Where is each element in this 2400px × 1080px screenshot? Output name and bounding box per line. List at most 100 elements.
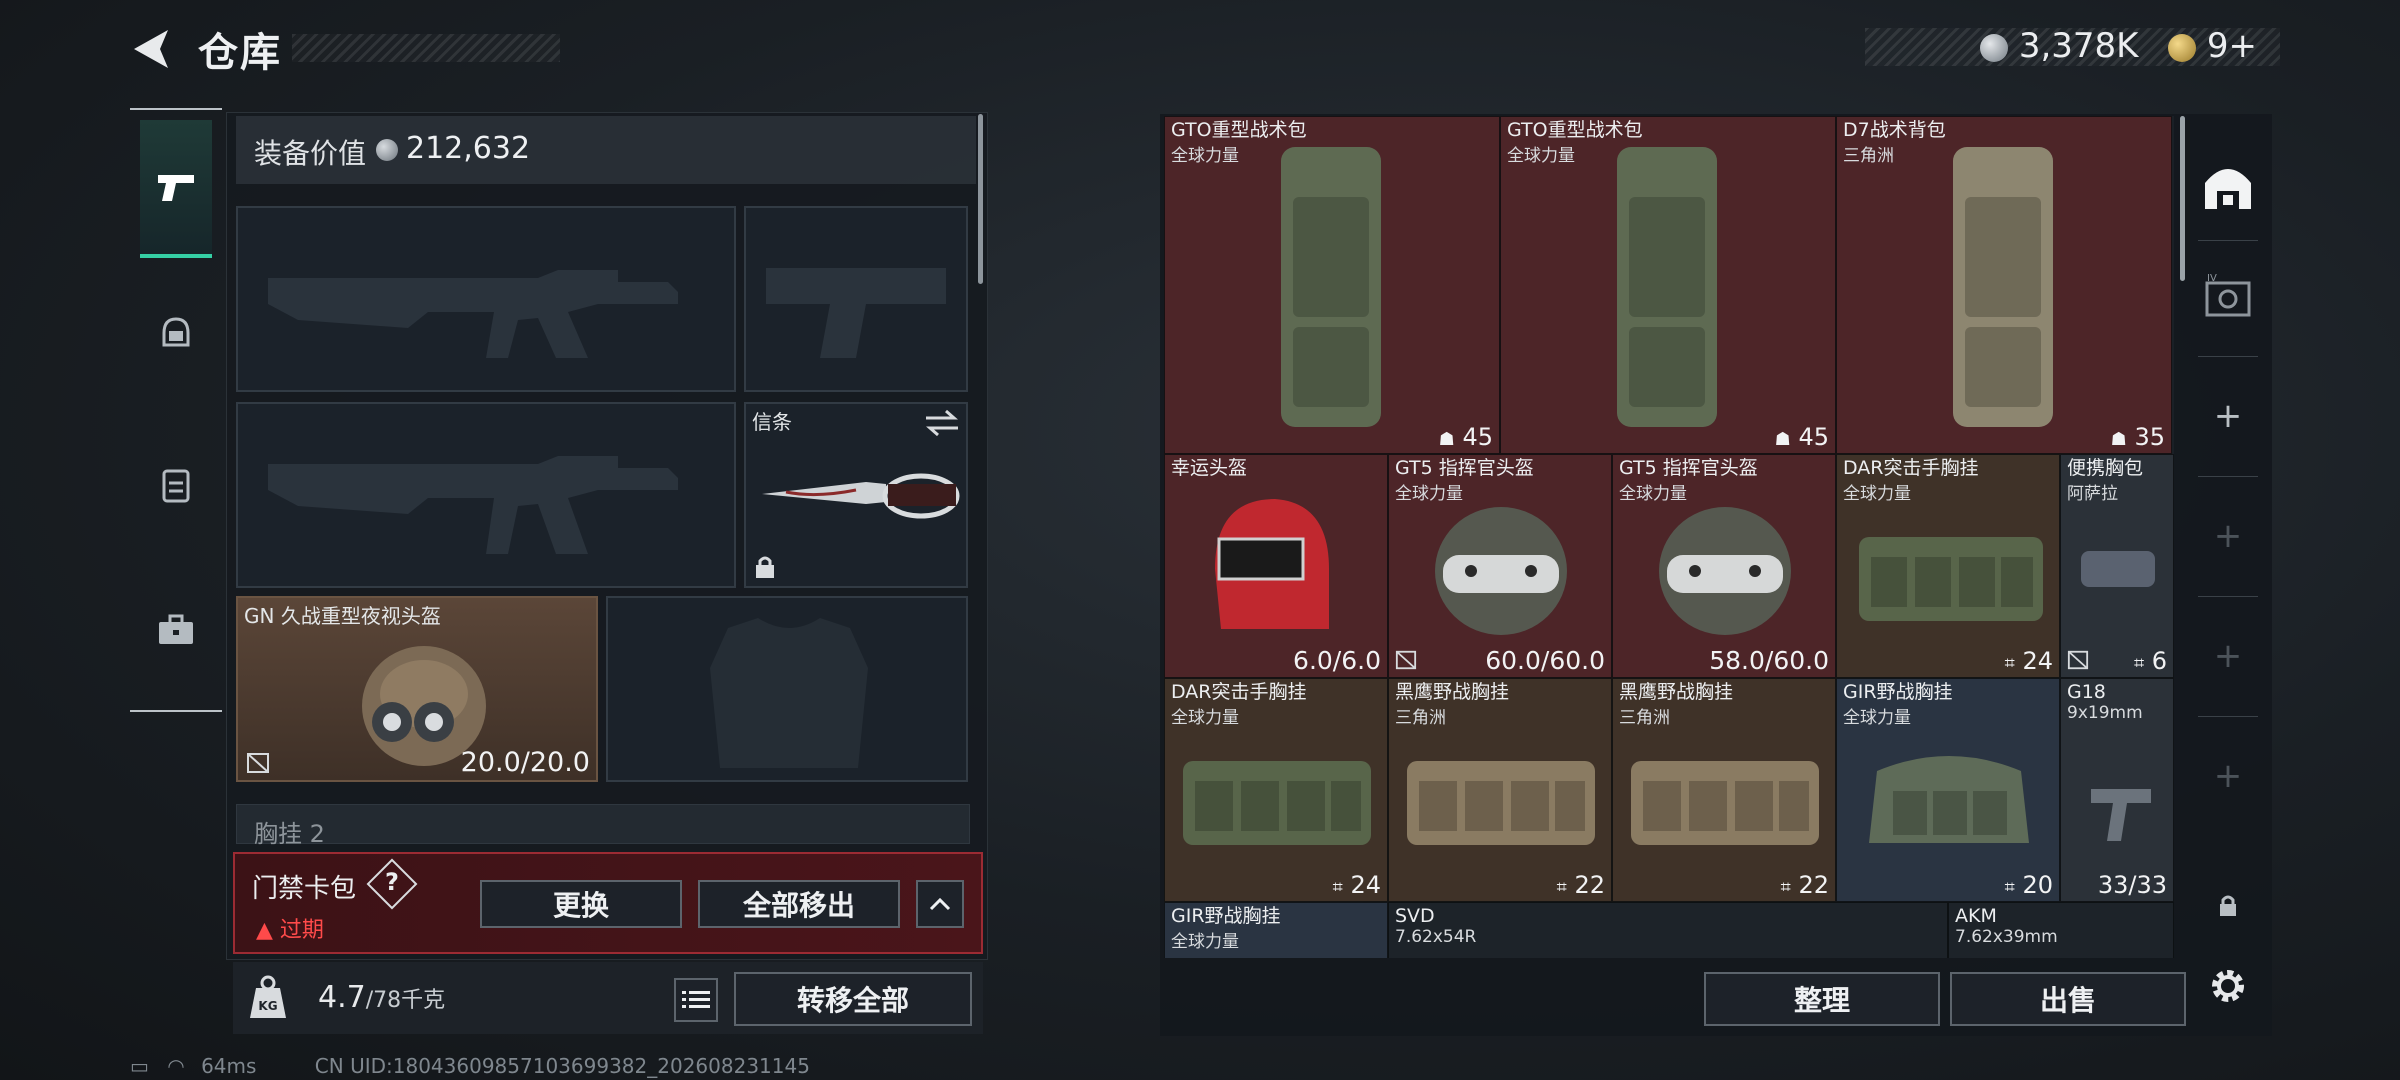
swap-icon[interactable] — [922, 408, 962, 438]
item-ammo: 33/33 — [2097, 871, 2167, 899]
item-name: 黑鹰野战胸挂 — [1395, 681, 1510, 703]
coin-icon — [376, 139, 398, 161]
chest-rig-icon — [1407, 761, 1595, 845]
storage-item[interactable]: GTO重型战术包 全球力量 ☗ 45 — [1164, 116, 1500, 454]
item-faction: 三角洲 — [1843, 146, 1894, 166]
item-faction: 三角洲 — [1395, 708, 1446, 728]
add-storage-button[interactable]: + — [2188, 496, 2268, 576]
capacity-icon: ⌗ — [1556, 877, 1567, 898]
storage-scrollbar[interactable] — [2180, 116, 2185, 281]
storage-item[interactable]: DAR突击手胸挂 全球力量 ⌗ 24 — [1164, 678, 1388, 902]
storage-home-button[interactable] — [2188, 146, 2268, 226]
melee-slot[interactable]: 信条 — [744, 402, 968, 588]
helmet-slot[interactable]: GN 久战重型夜视头盔 20.0/20.0 — [236, 596, 598, 782]
collapse-button[interactable] — [916, 880, 964, 928]
chest-rig-slot[interactable] — [236, 804, 970, 844]
capacity-icon: ☗ — [1438, 429, 1455, 450]
item-capacity: ⌗ 20 — [2004, 871, 2053, 899]
storage-item[interactable]: GT5 指挥官头盔 全球力量 60.0/60.0 — [1388, 454, 1612, 678]
item-name: GT5 指挥官头盔 — [1395, 457, 1534, 479]
primary-weapon-slot-2[interactable] — [236, 402, 736, 588]
currency-premium-value: 9+ — [2206, 26, 2257, 66]
remove-all-button[interactable]: 全部移出 — [698, 880, 900, 928]
capacity-icon: ☗ — [2110, 429, 2127, 450]
item-faction: 全球力量 — [1171, 146, 1239, 166]
broken-icon — [247, 753, 269, 773]
weight-current: 4.7 — [318, 980, 366, 1015]
replace-button[interactable]: 更换 — [480, 880, 682, 928]
add-storage-button[interactable]: + — [2188, 616, 2268, 696]
capacity-icon: ⌗ — [2004, 877, 2015, 898]
lock-icon — [756, 556, 774, 578]
back-button[interactable] — [130, 26, 176, 72]
currency-main[interactable]: 3,378K — [1980, 26, 2138, 66]
back-arrow-icon — [134, 30, 168, 68]
settings-button[interactable] — [2188, 946, 2268, 1026]
add-storage-button[interactable]: + — [2188, 376, 2268, 456]
list-icon — [682, 991, 710, 1008]
rail-divider — [130, 108, 222, 110]
storage-item[interactable]: G18 9x19mm 33/33 — [2060, 678, 2174, 902]
tab-backpack[interactable] — [140, 440, 212, 530]
plus-icon: + — [2213, 516, 2243, 556]
transfer-all-button[interactable]: 转移全部 — [734, 972, 972, 1026]
storage-item[interactable]: GT5 指挥官头盔 全球力量 58.0/60.0 — [1612, 454, 1836, 678]
capacity-icon: ☗ — [1774, 429, 1791, 450]
item-faction: 全球力量 — [1171, 708, 1239, 728]
body-armor-slot[interactable] — [606, 596, 968, 782]
storage-item[interactable]: GTO重型战术包 全球力量 ☗ 45 — [1500, 116, 1836, 454]
item-name: SVD — [1395, 905, 1435, 927]
item-durability: 6.0/6.0 — [1293, 646, 1381, 675]
storage-item[interactable]: 黑鹰野战胸挂 三角洲 ⌗ 22 — [1612, 678, 1836, 902]
item-capacity: ☗ 35 — [2110, 423, 2165, 451]
item-name: AKM — [1955, 905, 1997, 927]
gear-icon — [2212, 970, 2244, 1002]
list-view-button[interactable] — [674, 978, 718, 1022]
storage-item[interactable]: 便携胸包 阿萨拉 ⌗ 6 — [2060, 454, 2174, 678]
weight-max: /78千克 — [365, 988, 446, 1013]
storage-item[interactable]: SVD 7.62x54R — [1388, 902, 1948, 958]
pistol-silhouette-icon — [766, 268, 946, 358]
storage-item[interactable]: DAR突击手胸挂 全球力量 ⌗ 24 — [1836, 454, 2060, 678]
tool-divider — [2198, 596, 2258, 597]
briefcase-icon — [159, 614, 193, 644]
item-name: GIR野战胸挂 — [1171, 905, 1281, 927]
chest-rig-icon — [1869, 756, 2029, 843]
tab-helmet[interactable] — [140, 290, 212, 380]
sort-button[interactable]: 整理 — [1704, 972, 1940, 1026]
primary-weapon-slot-1[interactable] — [236, 206, 736, 392]
battery-icon: ▭ — [130, 1054, 149, 1078]
pistol-slot[interactable] — [744, 206, 968, 392]
plus-icon: + — [2213, 756, 2243, 796]
storage-item[interactable]: GIR野战胸挂 全球力量 — [1164, 902, 1388, 958]
item-capacity: ☗ 45 — [1438, 423, 1493, 451]
storage-item[interactable]: AKM 7.62x39mm — [1948, 902, 2174, 958]
capacity-icon: ⌗ — [1780, 877, 1791, 898]
currency-main-value: 3,378K — [2018, 26, 2139, 66]
pouch-icon — [2081, 551, 2155, 587]
item-capacity: ⌗ 22 — [1780, 871, 1829, 899]
add-storage-button[interactable]: + — [2188, 736, 2268, 816]
storage-item[interactable]: 黑鹰野战胸挂 三角洲 ⌗ 22 — [1388, 678, 1612, 902]
weight-value: 4.7/78千克 — [318, 980, 445, 1015]
chest-rig-icon — [1859, 537, 2043, 621]
storage-item[interactable]: 幸运头盔 6.0/6.0 — [1164, 454, 1388, 678]
helmet-icon — [162, 317, 190, 347]
tab-weapons[interactable] — [140, 120, 212, 258]
currency-premium[interactable]: 9+ — [2168, 26, 2257, 66]
lock-button[interactable] — [2188, 876, 2268, 936]
plus-icon: + — [2213, 396, 2243, 436]
tab-case[interactable] — [140, 585, 212, 675]
backpack-icon — [1617, 147, 1717, 427]
backpack-icon — [1281, 147, 1381, 427]
svg-text:IV: IV — [2207, 273, 2217, 284]
storage-item[interactable]: D7战术背包 三角洲 ☗ 35 — [1836, 116, 2172, 454]
uid-value: CN UID:18043609857103699382_202608231145 — [314, 1054, 810, 1078]
sell-button[interactable]: 出售 — [1950, 972, 2186, 1026]
storage-box-button[interactable]: IV — [2188, 256, 2268, 336]
equipment-scrollbar[interactable] — [978, 114, 983, 284]
storage-item[interactable]: GIR野战胸挂 全球力量 ⌗ 20 — [1836, 678, 2060, 902]
rifle-silhouette-icon — [268, 456, 678, 554]
weight-icon: KG — [240, 970, 296, 1026]
warning-icon: ▲ — [256, 918, 273, 943]
